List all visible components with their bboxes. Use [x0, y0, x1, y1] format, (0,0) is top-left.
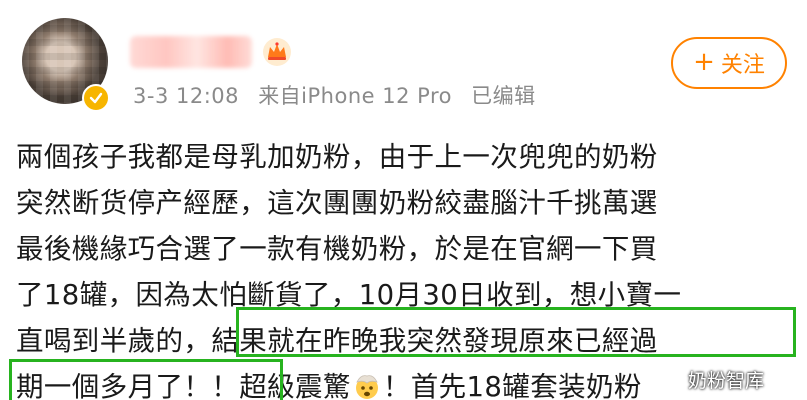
exploding-head-emoji-icon	[355, 375, 378, 399]
follow-label: 关注	[720, 53, 765, 78]
verified-badge-icon	[82, 84, 110, 112]
post-edited-label[interactable]: 已编辑	[471, 84, 536, 108]
username-blurred[interactable]	[130, 36, 252, 68]
plus-icon: +	[693, 47, 715, 77]
follow-button[interactable]: + 关注	[671, 37, 787, 89]
post-source[interactable]: 来自iPhone 12 Pro	[258, 84, 452, 108]
crown-icon	[263, 38, 291, 66]
post-text-line: 了18罐，因為太怕斷貨了，10月30日收到，想小寶一	[16, 279, 682, 311]
post-text-line: 突然断货停产經歷，這次團團奶粉絞盡腦汁千挑萬選	[16, 187, 658, 219]
post-text-segment: ！首先18罐套装奶粉	[382, 371, 642, 400]
post-date: 3-3 12:08	[133, 84, 239, 108]
watermark: 奶粉智库	[688, 370, 765, 392]
highlight-box	[236, 307, 796, 357]
post-text-segment: 直喝到半歲的，	[16, 325, 212, 357]
post-text-line: 兩個孩子我都是母乳加奶粉，由于上一次兜兜的奶粉	[16, 141, 658, 173]
post-meta: 3-3 12:08 来自iPhone 12 Pro 已编辑	[133, 80, 548, 110]
highlight-box	[9, 359, 283, 400]
weibo-post: 3-3 12:08 来自iPhone 12 Pro 已编辑 + 关注 兩個孩子我…	[0, 0, 807, 400]
post-text-line: 最後機緣巧合選了一款有機奶粉，於是在官網一下買	[16, 233, 658, 265]
